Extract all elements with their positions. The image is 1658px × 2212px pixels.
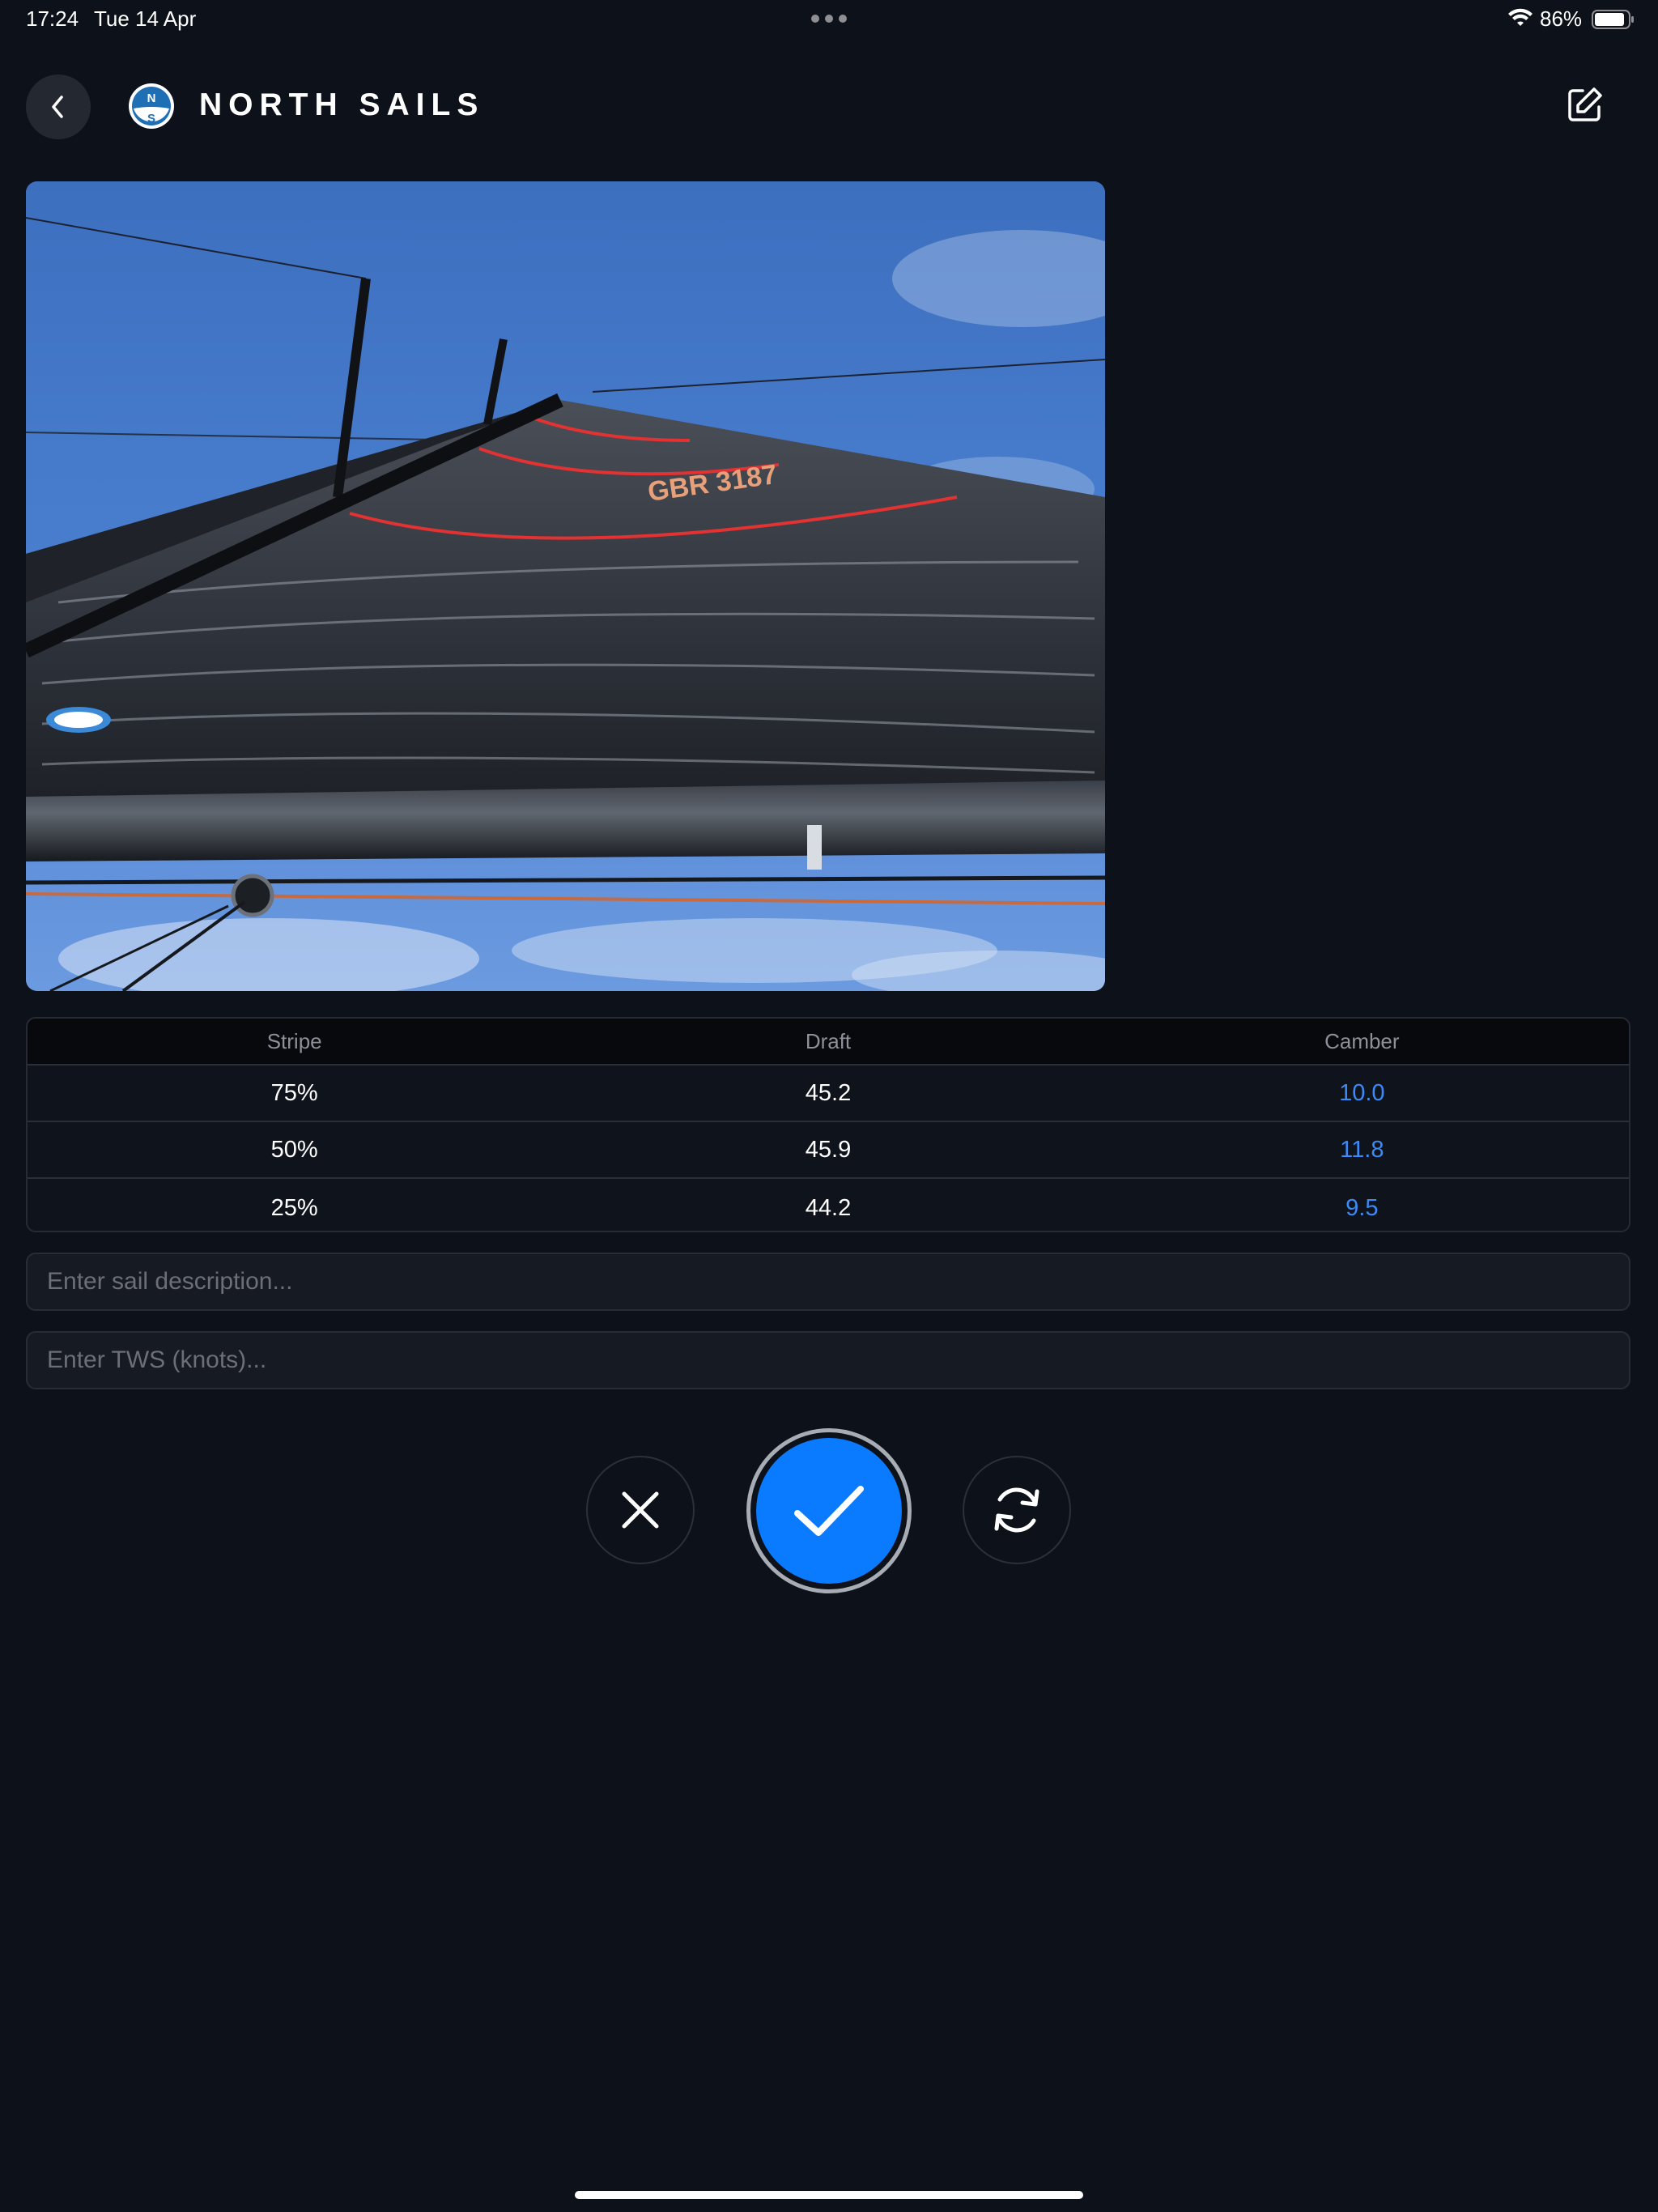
status-date: Tue 14 Apr xyxy=(94,6,197,31)
status-bar: 17:24 Tue 14 Apr 86% xyxy=(0,0,1658,39)
column-header-camber: Camber xyxy=(1324,1028,1400,1053)
edit-icon xyxy=(1568,87,1602,121)
wifi-icon xyxy=(1508,8,1533,26)
refresh-icon xyxy=(994,1487,1039,1533)
table-row: 25% 44.2 9.5 xyxy=(28,1177,1629,1231)
table-header: Stripe Draft Camber xyxy=(28,1019,1629,1064)
draft-cell: 45.2 xyxy=(805,1079,852,1106)
tws-input[interactable] xyxy=(26,1331,1630,1389)
table-row: 50% 45.9 11.8 xyxy=(28,1121,1629,1177)
sail-photo-image: GBR 3187 xyxy=(26,181,1105,991)
dot-icon xyxy=(825,15,833,23)
draft-cell: 44.2 xyxy=(805,1194,852,1221)
multitasking-menu[interactable] xyxy=(811,15,847,23)
dot-icon xyxy=(839,15,847,23)
checkmark-icon xyxy=(794,1486,864,1536)
sail-photo: GBR 3187 xyxy=(26,181,1105,991)
cancel-button[interactable] xyxy=(586,1456,695,1564)
table-row: 75% 45.2 10.0 xyxy=(28,1064,1629,1121)
confirm-button-ring[interactable] xyxy=(746,1428,912,1593)
chevron-left-icon xyxy=(52,96,63,118)
camber-cell: 9.5 xyxy=(1346,1194,1379,1221)
draft-cell: 45.9 xyxy=(805,1136,852,1163)
stripe-cell: 75% xyxy=(270,1079,318,1106)
battery-percentage: 86% xyxy=(1540,6,1583,31)
screen: 17:24 Tue 14 Apr 86% N S NORTH SAILS GBR… xyxy=(0,0,1658,2212)
battery-icon xyxy=(1592,10,1634,29)
camber-cell: 10.0 xyxy=(1339,1079,1385,1106)
confirm-button[interactable] xyxy=(756,1438,902,1584)
close-icon xyxy=(622,1491,659,1529)
column-header-draft: Draft xyxy=(805,1028,852,1053)
svg-text:S: S xyxy=(147,112,155,125)
retry-button[interactable] xyxy=(963,1456,1071,1564)
svg-text:N: N xyxy=(147,91,156,105)
column-header-stripe: Stripe xyxy=(266,1028,322,1053)
home-indicator[interactable] xyxy=(575,2191,1083,2199)
dot-icon xyxy=(811,15,819,23)
stripe-cell: 50% xyxy=(270,1136,318,1163)
sail-description-input[interactable] xyxy=(26,1253,1630,1311)
edit-button[interactable] xyxy=(1564,81,1605,130)
status-time: 17:24 xyxy=(26,6,79,31)
results-table: Stripe Draft Camber 75% 45.2 10.0 50% 45… xyxy=(26,1017,1630,1232)
camber-cell: 11.8 xyxy=(1340,1136,1384,1163)
north-sails-logo-icon: N S xyxy=(129,83,174,129)
brand-name: NORTH SAILS xyxy=(199,87,485,122)
stripe-cell: 25% xyxy=(270,1194,318,1221)
back-button[interactable] xyxy=(26,74,91,139)
